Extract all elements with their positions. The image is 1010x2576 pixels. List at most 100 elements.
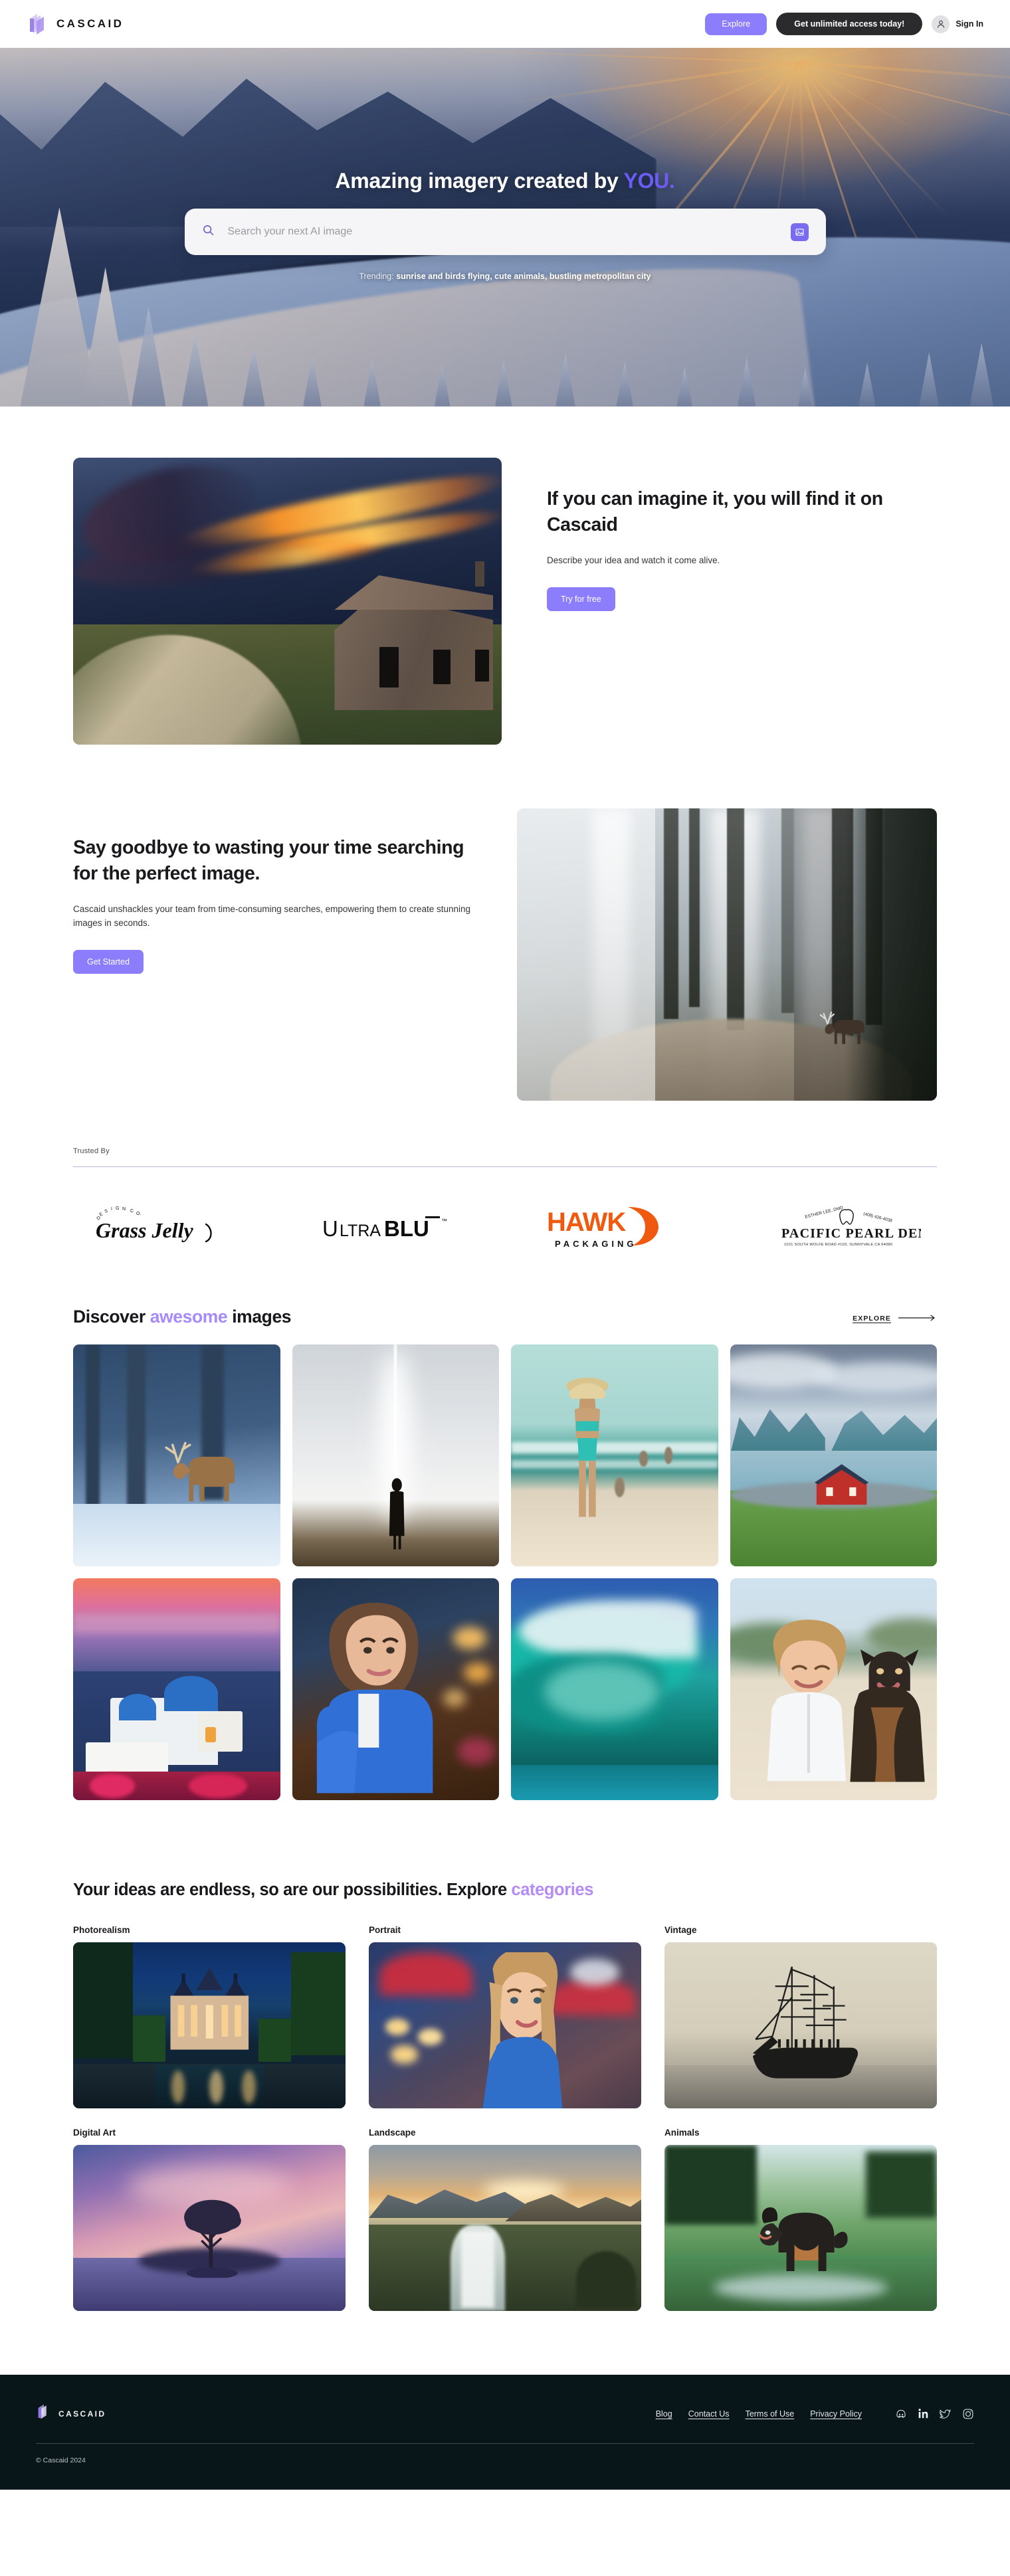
discover-section: Discover awesome images EXPLORE xyxy=(73,1252,937,1800)
category-card-animals[interactable]: Animals xyxy=(664,2128,937,2312)
category-label: Digital Art xyxy=(73,2128,116,2138)
trusted-by-section: Trusted By D E S I G N C O. Grass Jelly … xyxy=(73,1101,937,1252)
svg-text:Grass Jelly: Grass Jelly xyxy=(96,1218,193,1242)
trending-label: Trending: xyxy=(359,272,397,281)
gallery-tile[interactable] xyxy=(73,1344,280,1566)
svg-text:HAWK: HAWK xyxy=(547,1208,626,1237)
category-image[interactable] xyxy=(73,1942,346,2109)
footer-link-contact-us[interactable]: Contact Us xyxy=(688,2409,730,2419)
categories-grid: Photorealism Portrait Vintage Digital Ar… xyxy=(73,1925,937,2312)
footer-socials xyxy=(895,2408,974,2420)
cascaid-layers-logo-icon xyxy=(27,13,48,35)
svg-text:™: ™ xyxy=(441,1218,447,1224)
imagine-copy: If you can imagine it, you will find it … xyxy=(515,458,937,611)
gallery-tile[interactable] xyxy=(292,1344,499,1566)
explore-link[interactable]: EXPLORE xyxy=(853,1313,937,1327)
svg-text:PACKAGING: PACKAGING xyxy=(555,1239,637,1249)
sign-in-label: Sign In xyxy=(956,19,983,29)
svg-text:G: G xyxy=(116,1206,119,1211)
client-logos-row: D E S I G N C O. Grass Jelly U LTRA BLU … xyxy=(73,1167,937,1252)
discover-heading-accent: awesome xyxy=(150,1307,228,1327)
imagine-heading: If you can imagine it, you will find it … xyxy=(547,488,883,536)
goodbye-image xyxy=(516,808,937,1101)
trending-row: Trending: sunrise and birds flying, cute… xyxy=(359,272,651,281)
discover-heading-pre: Discover xyxy=(73,1307,150,1327)
sign-in-button[interactable]: Sign In xyxy=(932,15,983,33)
site-footer: CASCAID Blog Contact Us Terms of Use Pri… xyxy=(0,2375,1010,2490)
category-label: Portrait xyxy=(369,1925,401,1936)
hero-title-accent: YOU. xyxy=(623,169,675,193)
svg-text:BLU: BLU xyxy=(384,1216,429,1241)
hero-section: Amazing imagery created by YOU. Trending… xyxy=(0,48,1010,407)
categories-section: Your ideas are endless, so are our possi… xyxy=(73,1800,937,2375)
client-logo-hawk-packaging: HAWK PACKAGING xyxy=(544,1202,684,1252)
explore-link-label: EXPLORE xyxy=(853,1315,891,1323)
arrow-right-icon xyxy=(898,1313,937,1325)
client-logo-grass-jelly: D E S I G N C O. Grass Jelly xyxy=(89,1202,229,1252)
category-card-photorealism[interactable]: Photorealism xyxy=(73,1925,346,2109)
footer-link-terms-of-use[interactable]: Terms of Use xyxy=(746,2409,795,2419)
category-label: Landscape xyxy=(369,2128,416,2138)
imagine-section: If you can imagine it, you will find it … xyxy=(73,407,937,745)
discover-gallery-row-1 xyxy=(73,1344,937,1566)
instagram-icon[interactable] xyxy=(962,2408,974,2420)
category-image[interactable] xyxy=(664,1942,937,2109)
hero-search-bar[interactable] xyxy=(184,209,826,255)
category-card-landscape[interactable]: Landscape xyxy=(369,2128,641,2312)
explore-button[interactable]: Explore xyxy=(705,13,767,35)
user-icon xyxy=(932,15,950,33)
category-image[interactable] xyxy=(664,2145,937,2312)
twitter-icon[interactable] xyxy=(940,2408,952,2420)
trending-terms[interactable]: sunrise and birds flying, cute animals, … xyxy=(396,272,651,281)
hero-title: Amazing imagery created by YOU. xyxy=(335,169,675,193)
discover-heading-post: images xyxy=(227,1307,292,1327)
svg-text:(408) 426-4038: (408) 426-4038 xyxy=(863,1212,893,1224)
gallery-tile[interactable] xyxy=(292,1578,499,1800)
gallery-tile[interactable] xyxy=(73,1578,280,1800)
category-image[interactable] xyxy=(369,2145,641,2312)
svg-text:LTRA: LTRA xyxy=(340,1222,381,1240)
categories-heading-accent: categories xyxy=(511,1881,593,1899)
linkedin-icon[interactable] xyxy=(918,2408,929,2419)
brand-name: CASCAID xyxy=(56,17,124,30)
category-card-vintage[interactable]: Vintage xyxy=(664,1925,937,2109)
discover-heading: Discover awesome images xyxy=(73,1307,292,1327)
category-label: Photorealism xyxy=(73,1925,130,1936)
category-label: Animals xyxy=(664,2128,700,2138)
get-started-button[interactable]: Get Started xyxy=(73,949,144,974)
trusted-by-label: Trusted By xyxy=(73,1147,110,1155)
category-card-portrait[interactable]: Portrait xyxy=(369,1925,641,2109)
gallery-tile[interactable] xyxy=(511,1578,718,1800)
gallery-tile[interactable] xyxy=(511,1344,718,1566)
goodbye-section: Say goodbye to wasting your time searchi… xyxy=(73,745,937,1101)
categories-heading-pre: Your ideas are endless, so are our possi… xyxy=(73,1881,512,1899)
client-logo-pacific-pearl-dental: ESTHER LEE, DMD (408) 426-4038 PACIFIC P… xyxy=(775,1202,921,1252)
category-image[interactable] xyxy=(73,2145,346,2312)
category-card-digital-art[interactable]: Digital Art xyxy=(73,2128,346,2312)
footer-links: Blog Contact Us Terms of Use Privacy Pol… xyxy=(656,2408,974,2420)
svg-text:O.: O. xyxy=(136,1212,141,1216)
brand-logo[interactable]: CASCAID xyxy=(27,13,124,35)
goodbye-heading: Say goodbye to wasting your time searchi… xyxy=(73,837,464,885)
svg-text:C: C xyxy=(130,1209,134,1214)
category-image[interactable] xyxy=(369,1942,641,2109)
get-unlimited-access-button[interactable]: Get unlimited access today! xyxy=(776,13,923,35)
gallery-tile[interactable] xyxy=(730,1578,937,1800)
gallery-tile[interactable] xyxy=(730,1344,937,1566)
discord-icon[interactable] xyxy=(895,2408,907,2420)
svg-text:1021 SOUTH WOLFE ROAD #103, SU: 1021 SOUTH WOLFE ROAD #103, SUNNYVALE CA… xyxy=(784,1243,892,1247)
client-logo-ultrablu: U LTRA BLU ™ xyxy=(320,1202,453,1252)
site-header: CASCAID Explore Get unlimited access tod… xyxy=(0,0,1010,48)
imagine-subtext: Describe your idea and watch it come ali… xyxy=(547,555,720,565)
footer-link-blog[interactable]: Blog xyxy=(656,2409,672,2419)
footer-link-privacy-policy[interactable]: Privacy Policy xyxy=(810,2409,862,2419)
footer-brand[interactable]: CASCAID xyxy=(36,2403,106,2425)
image-upload-icon[interactable] xyxy=(790,223,809,241)
search-icon xyxy=(202,224,215,240)
try-for-free-button[interactable]: Try for free xyxy=(547,587,615,611)
header-actions: Explore Get unlimited access today! Sign… xyxy=(705,13,983,35)
search-input[interactable] xyxy=(227,226,791,238)
goodbye-subtext: Cascaid unshackles your team from time-c… xyxy=(73,903,471,928)
discover-gallery-row-2 xyxy=(73,1578,937,1800)
svg-text:PACIFIC PEARL DENTAL: PACIFIC PEARL DENTAL xyxy=(781,1226,921,1241)
